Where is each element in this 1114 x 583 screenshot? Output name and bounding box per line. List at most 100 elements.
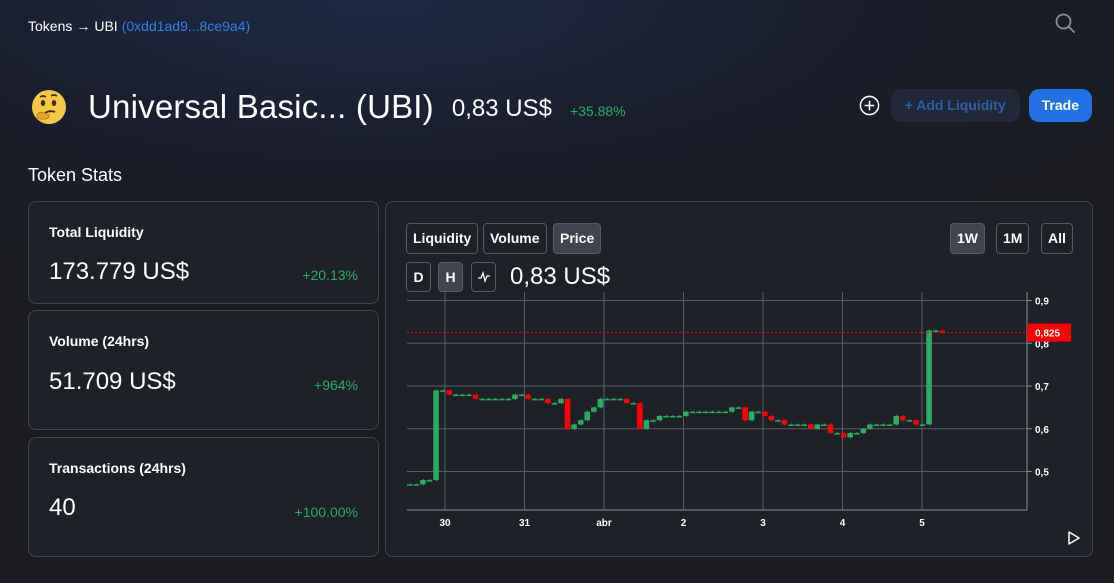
candle-body <box>761 411 768 416</box>
candle-body <box>597 398 604 408</box>
candle-body <box>656 415 663 421</box>
breadcrumb-tokens-link[interactable]: Tokens <box>28 18 72 34</box>
add-to-watchlist-icon[interactable] <box>859 95 880 116</box>
token-stats-title: Token Stats <box>28 165 123 185</box>
candle-body <box>919 424 926 427</box>
candle-body <box>827 424 834 434</box>
stat-change: +964% <box>314 377 358 393</box>
candle-body <box>840 433 847 438</box>
stat-change: +100.00% <box>294 504 358 520</box>
candle-body <box>775 420 781 422</box>
candle-body <box>722 411 729 414</box>
candle-body <box>906 420 913 422</box>
candle-body <box>676 415 683 418</box>
candle-body <box>886 424 893 427</box>
search-icon[interactable] <box>1054 12 1076 34</box>
stat-card-volume: Volume (24hrs) 51.709 US$ +964% <box>28 310 379 430</box>
breadcrumb-address-link[interactable]: (0xdd1ad9...8ce9a4) <box>122 18 250 34</box>
candle-body <box>926 330 932 425</box>
stat-card-total-liquidity: Total Liquidity 173.779 US$ +20.13% <box>28 201 379 304</box>
candle-body <box>847 433 853 438</box>
x-tick-label: 31 <box>519 518 531 529</box>
token-name: Universal Basic... (UBI) <box>88 88 434 125</box>
y-tick-label: 0,9 <box>1035 297 1049 308</box>
add-liquidity-button[interactable]: + Add Liquidity <box>890 89 1020 122</box>
candle-body <box>492 398 499 401</box>
candle-body <box>709 411 715 414</box>
candle-body <box>426 480 433 482</box>
candle-body <box>439 390 446 392</box>
breadcrumb-token: UBI <box>94 18 118 34</box>
thinking-face-icon <box>32 90 66 124</box>
candle-body <box>499 398 505 401</box>
candle-body <box>853 433 860 435</box>
candle-body <box>630 403 637 405</box>
candle-body <box>834 433 840 435</box>
candle-body <box>696 411 702 414</box>
candle-body <box>893 415 899 425</box>
price-chart-panel: Liquidity Volume Price 1W 1M All D H 0,8… <box>385 201 1093 557</box>
candle-body <box>584 411 591 421</box>
candle-body <box>715 411 722 414</box>
play-icon[interactable] <box>1067 530 1081 546</box>
stat-label: Volume (24hrs) <box>49 333 150 349</box>
price-chart[interactable]: 30 31 abr 2 3 4 50,50,60,70,80,90,825 <box>386 202 1092 556</box>
candle-body <box>623 398 630 404</box>
candle-body <box>860 428 867 434</box>
candle-body <box>407 484 413 486</box>
stat-value: 40 <box>49 494 76 521</box>
candle-body <box>485 398 492 401</box>
stat-label: Total Liquidity <box>49 224 144 240</box>
candle-body <box>663 415 669 418</box>
candle-body <box>899 415 906 421</box>
x-tick-label: 3 <box>760 518 766 529</box>
x-tick-label: 5 <box>919 518 925 529</box>
candle-body <box>669 415 676 418</box>
candle-body <box>617 398 623 401</box>
candle-body <box>729 407 735 412</box>
token-price-change: +35.88% <box>569 103 626 119</box>
candle-body <box>932 330 939 332</box>
candle-body <box>420 480 426 485</box>
candle-body <box>807 424 814 429</box>
candle-body <box>571 424 577 429</box>
stat-label: Transactions (24hrs) <box>49 460 186 476</box>
trade-button[interactable]: Trade <box>1028 89 1092 122</box>
candle-body <box>689 411 696 414</box>
candle-body <box>505 398 512 401</box>
token-header: Universal Basic... (UBI) 0,83 US$ +35.88… <box>30 88 626 126</box>
candle-body <box>551 403 558 405</box>
stat-change: +20.13% <box>302 267 358 283</box>
candle-body <box>913 420 919 425</box>
candle-body <box>788 424 794 427</box>
candle-body <box>873 424 880 427</box>
candle-body <box>591 407 597 412</box>
candle-body <box>650 420 656 422</box>
candle-body <box>781 420 788 425</box>
token-price: 0,83 US$ <box>451 95 552 122</box>
breadcrumb: Tokens → UBI (0xdd1ad9...8ce9a4) <box>28 18 250 34</box>
candle-body <box>880 424 886 427</box>
candle-body <box>446 390 453 395</box>
candle-body <box>643 420 650 429</box>
candle-body <box>794 424 801 427</box>
candle-body <box>479 398 485 401</box>
candle-body <box>577 420 584 425</box>
candle-body <box>735 407 742 409</box>
candle-body <box>748 411 755 421</box>
candle-body <box>558 398 564 404</box>
candle-body <box>531 398 538 401</box>
candle-body <box>466 394 472 397</box>
candle-body <box>512 394 518 399</box>
candle-body <box>433 390 439 481</box>
x-tick-label: 4 <box>840 518 846 529</box>
candle-body <box>801 424 807 427</box>
x-tick-label: abr <box>596 518 612 529</box>
candle-body <box>564 398 571 429</box>
y-tick-label: 0,7 <box>1035 382 1049 393</box>
token-actions: + Add Liquidity Trade <box>859 89 1092 122</box>
candle-body <box>459 394 466 397</box>
candle-body <box>821 424 827 427</box>
y-tick-label: 0,5 <box>1035 468 1049 479</box>
stat-value: 173.779 US$ <box>49 258 190 285</box>
